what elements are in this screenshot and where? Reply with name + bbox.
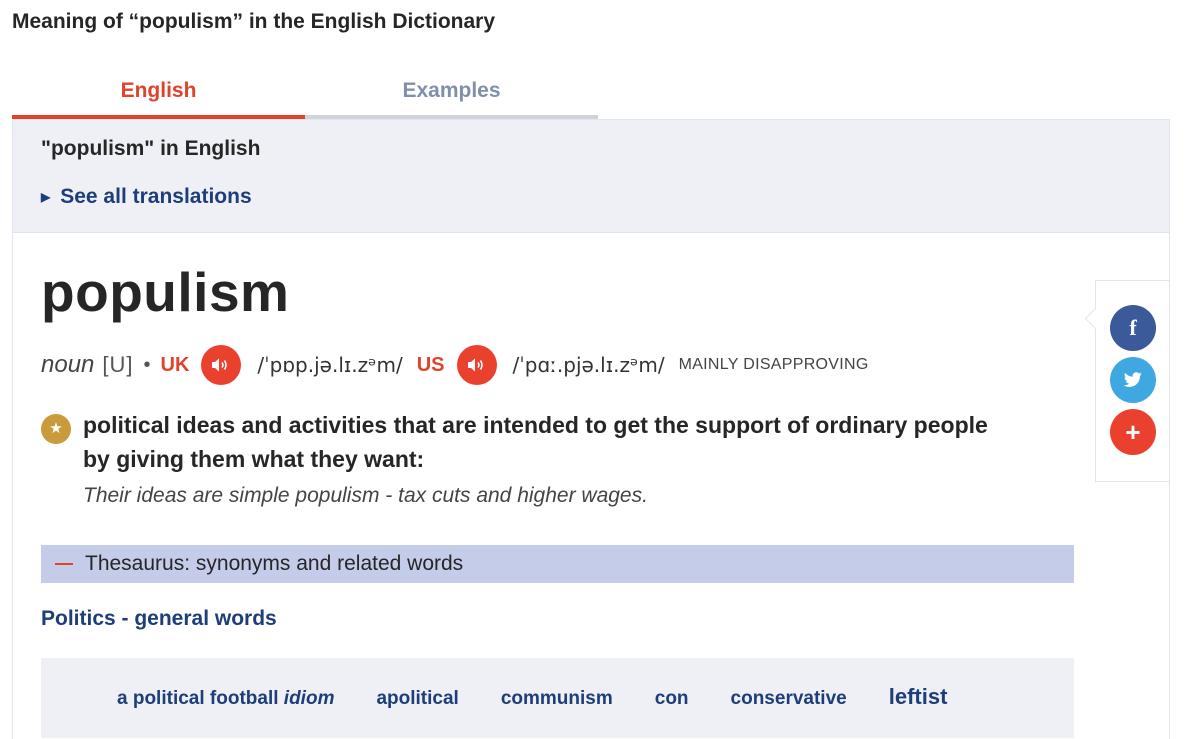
- page-heading: Meaning of “populism” in the English Dic…: [12, 10, 496, 33]
- uk-audio-button[interactable]: [201, 345, 242, 385]
- entry-card: "populism" in English ▶ See all translat…: [12, 119, 1170, 739]
- uk-ipa: /ˈpɒp.jə.lɪ.zᵊm/: [257, 353, 403, 377]
- translations-title: "populism" in English: [41, 137, 261, 160]
- speaker-icon: [467, 358, 483, 372]
- translations-box: "populism" in English ▶ See all translat…: [13, 120, 1169, 233]
- related-word-link[interactable]: apolitical: [376, 688, 458, 710]
- star-icon: ★: [41, 414, 71, 444]
- speaker-icon: [212, 358, 228, 372]
- headword: populism: [41, 261, 290, 323]
- facebook-icon: f: [1129, 315, 1137, 340]
- related-word-link[interactable]: con: [655, 688, 689, 710]
- facebook-share-button[interactable]: f: [1110, 305, 1156, 351]
- related-words-list: a political football idiom apolitical co…: [117, 684, 947, 710]
- us-audio-button[interactable]: [456, 345, 497, 385]
- tab-examples[interactable]: Examples: [305, 70, 598, 119]
- thesaurus-toggle[interactable]: Thesaurus: synonyms and related words: [41, 545, 1074, 583]
- share-panel: f +: [1084, 280, 1170, 482]
- related-word-link[interactable]: leftist: [889, 684, 948, 710]
- uk-region-label: UK: [160, 353, 190, 376]
- plus-icon: +: [1125, 416, 1141, 447]
- us-region-label: US: [416, 353, 445, 376]
- pronunciation-line: noun [U] • UK /ˈpɒp.jə.lɪ.zᵊm/ US /ˈpɑː.…: [41, 345, 869, 385]
- definition-text: political ideas and activities that are …: [83, 412, 988, 472]
- expand-triangle-icon: ▶: [41, 190, 51, 204]
- related-word-link[interactable]: a political football idiom: [117, 688, 334, 710]
- collapse-minus-icon: [55, 563, 73, 565]
- related-word-link[interactable]: communism: [501, 688, 613, 710]
- example-sentence: Their ideas are simple populism - tax cu…: [83, 484, 648, 507]
- see-all-translations-label: See all translations: [60, 185, 252, 208]
- thesaurus-topic-link[interactable]: Politics - general words: [41, 607, 277, 631]
- usage-label: MAINLY DISAPPROVING: [678, 356, 869, 373]
- see-all-translations-link[interactable]: ▶ See all translations: [41, 185, 252, 209]
- more-share-button[interactable]: +: [1110, 409, 1156, 455]
- dictionary-tabs: English Examples: [12, 70, 598, 119]
- separator-dot: •: [143, 353, 151, 376]
- related-words-box: a political football idiom apolitical co…: [41, 658, 1074, 738]
- tab-english[interactable]: English: [12, 70, 305, 119]
- twitter-share-button[interactable]: [1110, 357, 1156, 403]
- us-ipa: /ˈpɑː.pjə.lɪ.zᵊm/: [512, 353, 665, 377]
- related-word-link[interactable]: conservative: [731, 688, 847, 710]
- grammar-code: [U]: [102, 352, 134, 377]
- thesaurus-label: Thesaurus: synonyms and related words: [85, 552, 464, 575]
- twitter-icon: [1123, 372, 1142, 387]
- part-of-speech: noun: [41, 351, 95, 378]
- definition-row: ★ political ideas and activities that ar…: [41, 408, 1011, 476]
